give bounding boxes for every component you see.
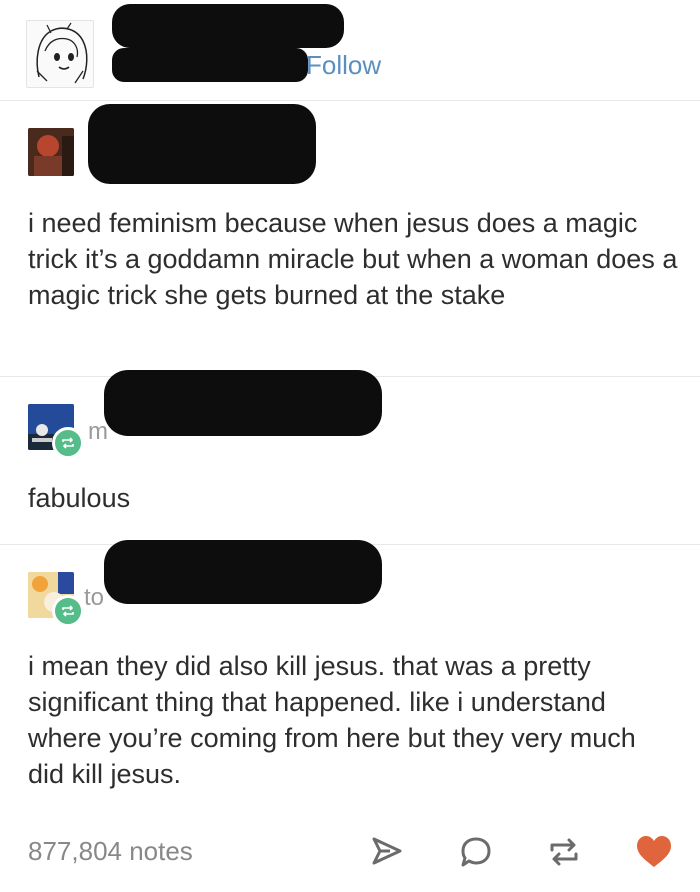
reblog-badge-1 — [52, 427, 84, 459]
blog-avatar[interactable] — [26, 20, 94, 88]
like-icon[interactable] — [635, 834, 673, 875]
redacted-op-username — [88, 104, 316, 184]
op-avatar-photo — [28, 128, 74, 176]
reblog-icon[interactable] — [546, 834, 582, 875]
op-post-text: i need feminism because when jesus does … — [28, 208, 678, 310]
op-avatar[interactable] — [28, 128, 74, 176]
redacted-blog-subtitle — [112, 48, 308, 82]
redacted-blog-name — [112, 4, 344, 48]
share-icon[interactable] — [370, 834, 404, 873]
reblog1-text: fabulous — [28, 483, 131, 513]
header-divider — [0, 100, 700, 101]
reply-icon[interactable] — [458, 834, 494, 875]
notes-count[interactable]: 877,804 notes — [28, 836, 193, 867]
reblogger1-username-partial: m — [88, 418, 108, 445]
reblog-badge-2 — [52, 595, 84, 627]
reblog-badge-icon — [62, 605, 74, 617]
reblog2-text: i mean they did also kill jesus. that wa… — [28, 651, 636, 789]
follow-button[interactable]: Follow — [306, 50, 381, 81]
anime-girl-avatar-image — [36, 22, 88, 84]
redacted-reblogger2-username — [104, 540, 382, 604]
redacted-reblogger1-username — [104, 370, 382, 436]
reblog-badge-icon — [62, 437, 74, 449]
reblogger2-username-partial: to — [84, 584, 105, 611]
